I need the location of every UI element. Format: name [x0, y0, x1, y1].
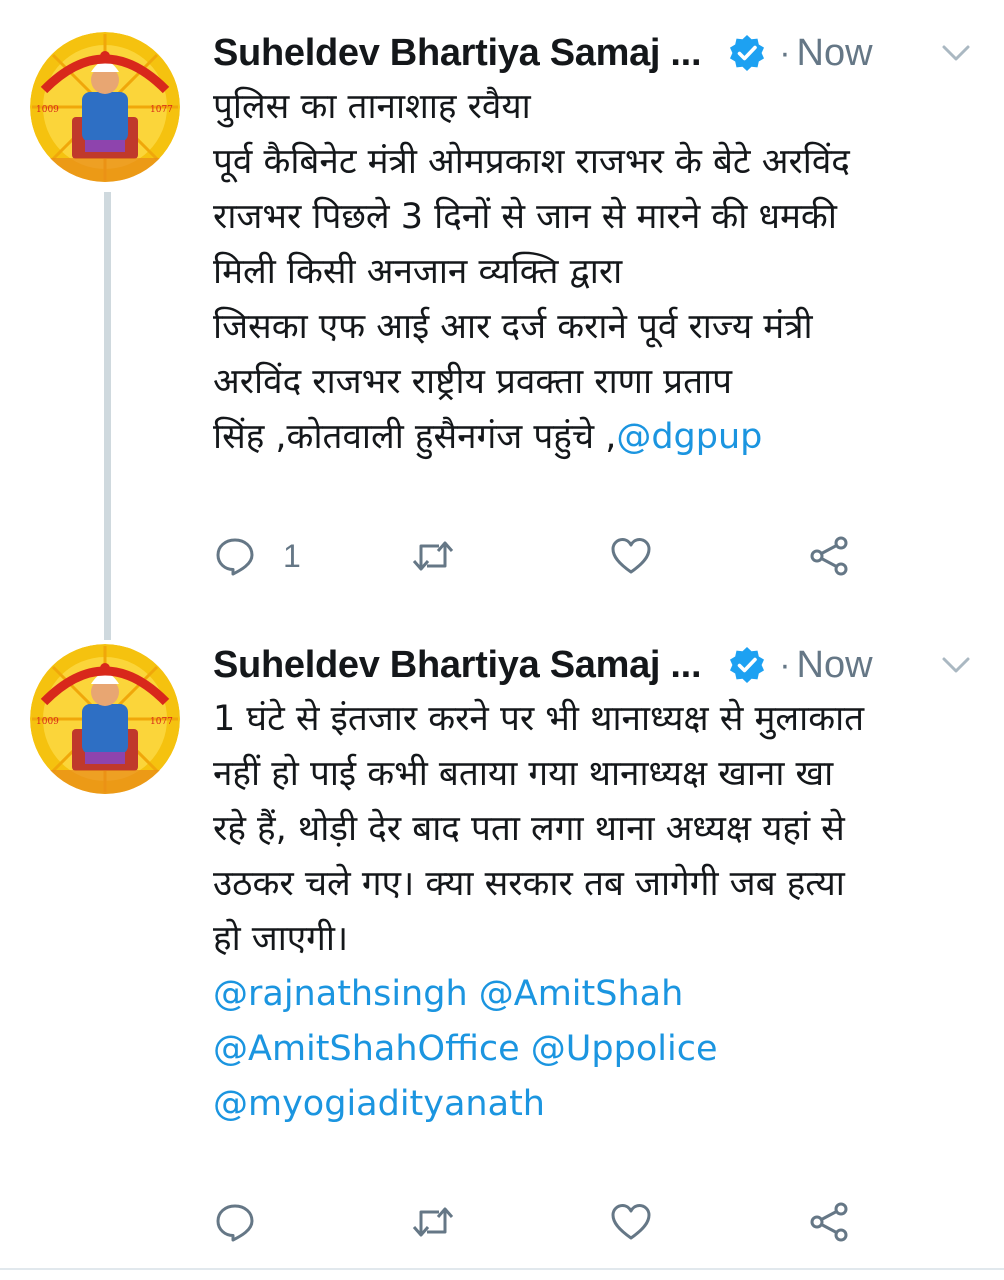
- reply-count: 1: [283, 537, 301, 574]
- svg-text:1077: 1077: [150, 717, 173, 727]
- retweet-button[interactable]: [411, 528, 455, 584]
- author-avatar[interactable]: 1009 1077: [30, 644, 180, 794]
- chevron-down-icon[interactable]: [941, 42, 971, 64]
- tweet-text-line: पूर्व कैबिनेट मंत्री ओमप्रकाश राजभर के ब…: [213, 142, 850, 182]
- chevron-down-icon[interactable]: [941, 654, 971, 676]
- tweet-actions: [213, 1194, 973, 1250]
- author-name[interactable]: Suheldev Bhartiya Samaj ...: [213, 32, 702, 75]
- retweet-icon: [412, 541, 454, 571]
- tweet-text-line: रहे हैं, थोड़ी देर बाद पता लगा थाना अध्य…: [213, 809, 845, 849]
- retweet-button[interactable]: [411, 1194, 455, 1250]
- reply-button[interactable]: [213, 1194, 283, 1250]
- reply-button[interactable]: 1: [213, 528, 301, 584]
- mention-links[interactable]: @myogiadityanath: [213, 1077, 983, 1132]
- tweet-2[interactable]: 1009 1077 Suheldev Bhartiya Samaj ... · …: [0, 620, 1004, 1260]
- mention-links[interactable]: @rajnathsingh @AmitShah: [213, 967, 983, 1022]
- svg-text:1009: 1009: [36, 717, 59, 727]
- tweet-1[interactable]: 1009 1077 Suheldev Bhartiya Samaj ... · …: [0, 0, 1004, 620]
- separator-dot: ·: [779, 33, 791, 72]
- tweet-text-line: मिली किसी अनजान व्यक्ति द्वारा: [213, 252, 623, 292]
- avatar-image: 1009 1077: [30, 644, 180, 794]
- reply-icon: [216, 1204, 254, 1242]
- heart-icon: [611, 1204, 651, 1240]
- like-button[interactable]: [609, 1194, 653, 1250]
- retweet-icon: [412, 1207, 454, 1237]
- heart-icon: [611, 538, 651, 574]
- tweet-header: Suheldev Bhartiya Samaj ... · Now: [213, 640, 993, 690]
- avatar-image: 1009 1077: [30, 32, 180, 182]
- author-name[interactable]: Suheldev Bhartiya Samaj ...: [213, 644, 702, 687]
- tweet-text-line: नहीं हो पाई कभी बताया गया थानाध्यक्ष खान…: [213, 754, 834, 794]
- like-button[interactable]: [609, 528, 653, 584]
- tweet-text-line: 1 घंटे से इंतजार करने पर भी थानाध्यक्ष स…: [213, 699, 865, 739]
- verified-badge-icon: [727, 33, 767, 73]
- verified-badge-icon: [727, 645, 767, 685]
- mention-link[interactable]: @dgpup: [616, 417, 762, 457]
- separator-dot: ·: [779, 645, 791, 684]
- divider: [0, 1268, 1004, 1270]
- tweet-text-line: हो जाएगी।: [213, 919, 349, 959]
- share-icon: [810, 1202, 848, 1242]
- svg-text:1077: 1077: [150, 105, 173, 115]
- author-avatar[interactable]: 1009 1077: [30, 32, 180, 182]
- tweet-text-line: राजभर पिछले 3 दिनों से जान से मारने की ध…: [213, 197, 837, 237]
- tweet-header: Suheldev Bhartiya Samaj ... · Now: [213, 28, 993, 78]
- tweet-text: 1 घंटे से इंतजार करने पर भी थानाध्यक्ष स…: [213, 692, 983, 1132]
- share-button[interactable]: [807, 528, 851, 584]
- reply-icon: [216, 538, 254, 576]
- tweet-text-line: उठकर चले गए। क्या सरकार तब जागेगी जब हत्…: [213, 864, 845, 904]
- tweet-text-line: सिंह ,कोतवाली हुसैनगंज पहुंचे ,@dgpup: [213, 410, 983, 465]
- svg-text:1009: 1009: [36, 105, 59, 115]
- text-segment: सिंह ,कोतवाली हुसैनगंज पहुंचे ,: [213, 417, 617, 457]
- tweet-text-line: जिसका एफ आई आर दर्ज कराने पूर्व राज्य मं…: [213, 307, 813, 347]
- tweet-timestamp[interactable]: Now: [797, 32, 873, 75]
- mention-links[interactable]: @AmitShahOffice @Uppolice: [213, 1022, 983, 1077]
- tweet-text-line: अरविंद राजभर राष्ट्रीय प्रवक्ता राणा प्र…: [213, 362, 732, 402]
- tweet-text-line: पुलिस का तानाशाह रवैया: [213, 87, 531, 127]
- share-icon: [810, 536, 848, 576]
- tweet-actions: 1: [213, 528, 973, 584]
- share-button[interactable]: [807, 1194, 851, 1250]
- tweet-timestamp[interactable]: Now: [797, 644, 873, 687]
- tweet-text: पुलिस का तानाशाह रवैया पूर्व कैबिनेट मंत…: [213, 80, 983, 465]
